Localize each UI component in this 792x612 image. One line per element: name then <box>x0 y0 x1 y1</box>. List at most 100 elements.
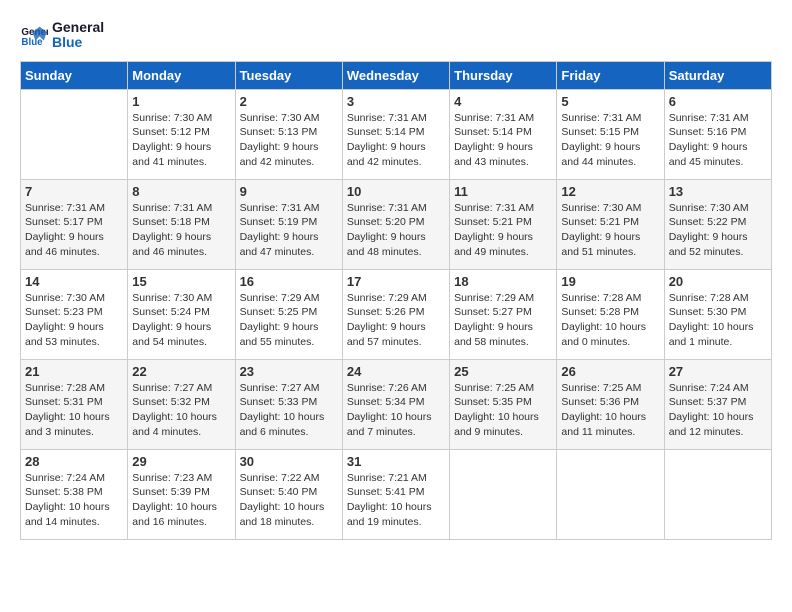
calendar-table: SundayMondayTuesdayWednesdayThursdayFrid… <box>20 61 772 540</box>
calendar-cell: 9 Sunrise: 7:31 AMSunset: 5:19 PMDaylight… <box>235 179 342 269</box>
day-number: 28 <box>25 454 123 469</box>
calendar-cell <box>450 449 557 539</box>
cell-info: Sunrise: 7:29 AMSunset: 5:25 PMDaylight:… <box>240 291 338 350</box>
day-number: 24 <box>347 364 445 379</box>
day-number: 23 <box>240 364 338 379</box>
calendar-cell <box>21 89 128 179</box>
weekday-header: Thursday <box>450 61 557 89</box>
logo-icon: General Blue <box>20 21 48 49</box>
calendar-cell: 28 Sunrise: 7:24 AMSunset: 5:38 PMDayligh… <box>21 449 128 539</box>
calendar-cell: 4Sunrise: 7:31 AMSunset: 5:14 PMDaylight… <box>450 89 557 179</box>
day-number: 6 <box>669 94 767 109</box>
cell-info: Sunrise: 7:24 AMSunset: 5:38 PMDaylight:… <box>25 471 123 530</box>
calendar-week-row: 21 Sunrise: 7:28 AMSunset: 5:31 PMDayligh… <box>21 359 772 449</box>
day-number: 12 <box>561 184 659 199</box>
cell-info: Sunrise: 7:31 AMSunset: 5:20 PMDaylight:… <box>347 201 445 260</box>
calendar-cell: 10Sunrise: 7:31 AMSunset: 5:20 PMDayligh… <box>342 179 449 269</box>
cell-info: Sunrise: 7:31 AMSunset: 5:14 PMDaylight:… <box>454 111 552 170</box>
calendar-cell: 21 Sunrise: 7:28 AMSunset: 5:31 PMDayligh… <box>21 359 128 449</box>
calendar-cell: 1 Sunrise: 7:30 AMSunset: 5:12 PMDaylight… <box>128 89 235 179</box>
day-number: 29 <box>132 454 230 469</box>
calendar-cell: 6 Sunrise: 7:31 AMSunset: 5:16 PMDaylight… <box>664 89 771 179</box>
day-number: 16 <box>240 274 338 289</box>
day-number: 11 <box>454 184 552 199</box>
cell-info: Sunrise: 7:24 AMSunset: 5:37 PMDaylight:… <box>669 381 767 440</box>
calendar-week-row: 14 Sunrise: 7:30 AMSunset: 5:23 PMDayligh… <box>21 269 772 359</box>
day-number: 22 <box>132 364 230 379</box>
cell-info: Sunrise: 7:22 AMSunset: 5:40 PMDaylight:… <box>240 471 338 530</box>
day-number: 31 <box>347 454 445 469</box>
calendar-cell: 25 Sunrise: 7:25 AMSunset: 5:35 PMDayligh… <box>450 359 557 449</box>
calendar-week-row: 28 Sunrise: 7:24 AMSunset: 5:38 PMDayligh… <box>21 449 772 539</box>
calendar-cell: 22Sunrise: 7:27 AMSunset: 5:32 PMDayligh… <box>128 359 235 449</box>
logo-blue: Blue <box>52 35 104 50</box>
weekday-header: Monday <box>128 61 235 89</box>
day-number: 1 <box>132 94 230 109</box>
cell-info: Sunrise: 7:28 AMSunset: 5:31 PMDaylight:… <box>25 381 123 440</box>
day-number: 13 <box>669 184 767 199</box>
day-number: 19 <box>561 274 659 289</box>
day-number: 20 <box>669 274 767 289</box>
cell-info: Sunrise: 7:27 AMSunset: 5:33 PMDaylight:… <box>240 381 338 440</box>
cell-info: Sunrise: 7:23 AMSunset: 5:39 PMDaylight:… <box>132 471 230 530</box>
cell-info: Sunrise: 7:31 AMSunset: 5:15 PMDaylight:… <box>561 111 659 170</box>
day-number: 25 <box>454 364 552 379</box>
day-number: 17 <box>347 274 445 289</box>
day-number: 5 <box>561 94 659 109</box>
day-number: 21 <box>25 364 123 379</box>
svg-text:Blue: Blue <box>21 37 43 48</box>
day-number: 9 <box>240 184 338 199</box>
calendar-cell: 30 Sunrise: 7:22 AMSunset: 5:40 PMDayligh… <box>235 449 342 539</box>
calendar-cell: 8Sunrise: 7:31 AMSunset: 5:18 PMDaylight… <box>128 179 235 269</box>
calendar-cell <box>557 449 664 539</box>
cell-info: Sunrise: 7:21 AMSunset: 5:41 PMDaylight:… <box>347 471 445 530</box>
cell-info: Sunrise: 7:30 AMSunset: 5:22 PMDaylight:… <box>669 201 767 260</box>
cell-info: Sunrise: 7:29 AMSunset: 5:26 PMDaylight:… <box>347 291 445 350</box>
calendar-cell: 27 Sunrise: 7:24 AMSunset: 5:37 PMDayligh… <box>664 359 771 449</box>
day-number: 7 <box>25 184 123 199</box>
logo-general: General <box>52 20 104 35</box>
day-number: 26 <box>561 364 659 379</box>
cell-info: Sunrise: 7:25 AMSunset: 5:36 PMDaylight:… <box>561 381 659 440</box>
day-number: 15 <box>132 274 230 289</box>
cell-info: Sunrise: 7:31 AMSunset: 5:18 PMDaylight:… <box>132 201 230 260</box>
cell-info: Sunrise: 7:30 AMSunset: 5:21 PMDaylight:… <box>561 201 659 260</box>
calendar-cell: 31 Sunrise: 7:21 AMSunset: 5:41 PMDayligh… <box>342 449 449 539</box>
day-number: 30 <box>240 454 338 469</box>
cell-info: Sunrise: 7:31 AMSunset: 5:14 PMDaylight:… <box>347 111 445 170</box>
logo: General Blue General Blue <box>20 20 104 51</box>
weekday-header: Wednesday <box>342 61 449 89</box>
cell-info: Sunrise: 7:31 AMSunset: 5:17 PMDaylight:… <box>25 201 123 260</box>
cell-info: Sunrise: 7:29 AMSunset: 5:27 PMDaylight:… <box>454 291 552 350</box>
cell-info: Sunrise: 7:30 AMSunset: 5:23 PMDaylight:… <box>25 291 123 350</box>
cell-info: Sunrise: 7:31 AMSunset: 5:16 PMDaylight:… <box>669 111 767 170</box>
calendar-cell: 14 Sunrise: 7:30 AMSunset: 5:23 PMDayligh… <box>21 269 128 359</box>
weekday-header: Friday <box>557 61 664 89</box>
calendar-cell: 29 Sunrise: 7:23 AMSunset: 5:39 PMDayligh… <box>128 449 235 539</box>
cell-info: Sunrise: 7:30 AMSunset: 5:13 PMDaylight:… <box>240 111 338 170</box>
calendar-cell: 7 Sunrise: 7:31 AMSunset: 5:17 PMDaylight… <box>21 179 128 269</box>
day-number: 2 <box>240 94 338 109</box>
weekday-header: Sunday <box>21 61 128 89</box>
page-header: General Blue General Blue <box>20 20 772 51</box>
calendar-cell: 24Sunrise: 7:26 AMSunset: 5:34 PMDayligh… <box>342 359 449 449</box>
weekday-header: Tuesday <box>235 61 342 89</box>
calendar-cell: 17 Sunrise: 7:29 AMSunset: 5:26 PMDayligh… <box>342 269 449 359</box>
calendar-cell: 16 Sunrise: 7:29 AMSunset: 5:25 PMDayligh… <box>235 269 342 359</box>
cell-info: Sunrise: 7:28 AMSunset: 5:30 PMDaylight:… <box>669 291 767 350</box>
cell-info: Sunrise: 7:25 AMSunset: 5:35 PMDaylight:… <box>454 381 552 440</box>
calendar-cell: 18Sunrise: 7:29 AMSunset: 5:27 PMDayligh… <box>450 269 557 359</box>
cell-info: Sunrise: 7:30 AMSunset: 5:12 PMDaylight:… <box>132 111 230 170</box>
cell-info: Sunrise: 7:31 AMSunset: 5:19 PMDaylight:… <box>240 201 338 260</box>
day-number: 14 <box>25 274 123 289</box>
calendar-cell: 11Sunrise: 7:31 AMSunset: 5:21 PMDayligh… <box>450 179 557 269</box>
calendar-cell: 2 Sunrise: 7:30 AMSunset: 5:13 PMDaylight… <box>235 89 342 179</box>
calendar-cell: 13 Sunrise: 7:30 AMSunset: 5:22 PMDayligh… <box>664 179 771 269</box>
calendar-cell: 15Sunrise: 7:30 AMSunset: 5:24 PMDayligh… <box>128 269 235 359</box>
weekday-header: Saturday <box>664 61 771 89</box>
day-number: 27 <box>669 364 767 379</box>
calendar-cell: 23 Sunrise: 7:27 AMSunset: 5:33 PMDayligh… <box>235 359 342 449</box>
calendar-cell: 20 Sunrise: 7:28 AMSunset: 5:30 PMDayligh… <box>664 269 771 359</box>
cell-info: Sunrise: 7:28 AMSunset: 5:28 PMDaylight:… <box>561 291 659 350</box>
day-number: 3 <box>347 94 445 109</box>
